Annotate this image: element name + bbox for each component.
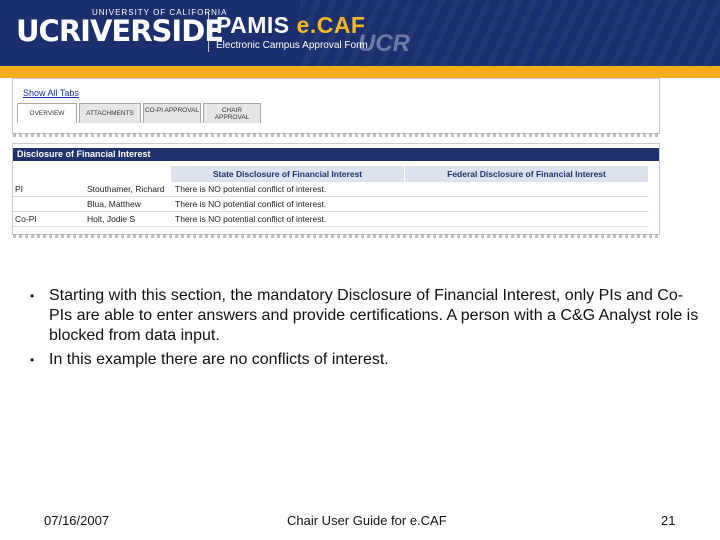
bullet-item: • In this example there are no conflicts…: [30, 350, 700, 370]
bullet-text: Starting with this section, the mandator…: [49, 287, 699, 344]
row-role: [13, 197, 83, 212]
row-state-answer[interactable]: There is NO potential conflict of intere…: [171, 197, 405, 212]
app-subtitle: Electronic Campus Approval Form: [216, 40, 368, 51]
row-federal-answer[interactable]: [405, 197, 649, 212]
show-all-tabs-link[interactable]: Show All Tabs: [23, 88, 79, 98]
state-disclosure-header: State Disclosure of Financial Interest: [171, 166, 405, 182]
footer-date: 07/16/2007: [44, 513, 110, 528]
footer-page-number: 21: [661, 513, 676, 528]
row-role: Co-PI: [13, 212, 83, 227]
tab-attachments[interactable]: ATTACHMENTS: [79, 103, 141, 123]
row-state-answer[interactable]: There is NO potential conflict of intere…: [171, 212, 405, 227]
row-state-answer[interactable]: There is NO potential conflict of intere…: [171, 182, 405, 197]
row-federal-answer[interactable]: [405, 182, 649, 197]
footer-title: Chair User Guide for e.CAF: [287, 513, 447, 528]
app-title-prefix: PAMIS: [216, 12, 297, 38]
bullet-item: • Starting with this section, the mandat…: [30, 286, 700, 346]
bullet-list: • Starting with this section, the mandat…: [30, 286, 700, 374]
row-name: Stouthamer, Richard: [83, 182, 171, 197]
tab-overview[interactable]: OVERVIEW: [17, 103, 77, 123]
tabs-panel: Show All Tabs OVERVIEW ATTACHMENTS CO-PI…: [12, 78, 661, 137]
federal-disclosure-header: Federal Disclosure of Financial Interest: [405, 166, 649, 182]
tab-co-pi-approval[interactable]: CO-PI APPROVAL: [143, 103, 201, 123]
app-title-accent: e.CAF: [296, 12, 366, 38]
disclosure-section-title: Disclosure of Financial Interest: [17, 149, 151, 159]
bullet-dot: •: [30, 353, 35, 367]
header-banner: UNIVERSITY OF CALIFORNIA UCRIVERSIDE PAM…: [0, 0, 720, 66]
logo-divider: [208, 12, 209, 52]
row-federal-answer[interactable]: [405, 212, 649, 227]
ucr-logo: UCRIVERSIDE: [16, 14, 224, 48]
gold-accent-bar: [0, 66, 720, 78]
torn-edge: [13, 234, 661, 238]
bullet-dot: •: [30, 289, 35, 303]
bullet-text: In this example there are no conflicts o…: [49, 351, 389, 368]
row-name: Holt, Jodie S: [83, 212, 171, 227]
row-role: PI: [13, 182, 83, 197]
tab-chair-approval[interactable]: CHAIR APPROVAL: [203, 103, 261, 123]
disclosure-section-header: Disclosure of Financial Interest: [13, 148, 659, 161]
torn-edge: [13, 133, 661, 137]
app-title: PAMIS e.CAF: [216, 12, 365, 39]
ucr-watermark: UCR: [358, 30, 410, 57]
disclosure-panel: Disclosure of Financial Interest State D…: [12, 143, 661, 238]
row-name: Blua, Matthew: [83, 197, 171, 212]
